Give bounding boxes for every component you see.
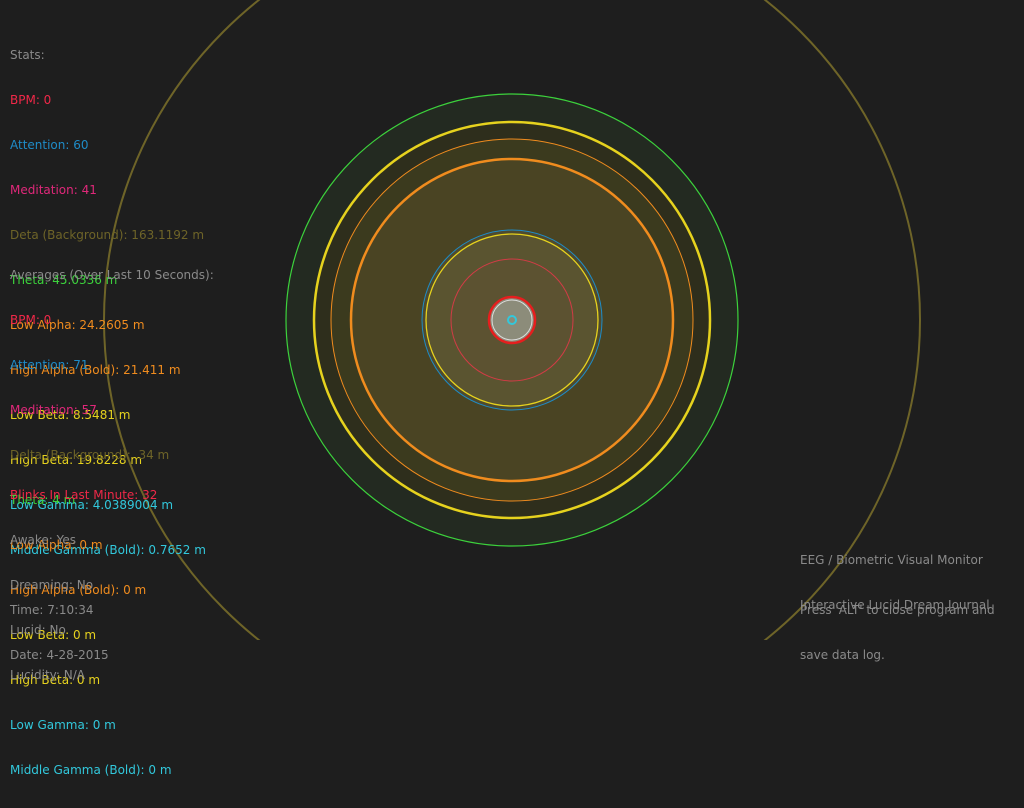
current-date: Date: 4-28-2015 — [10, 648, 109, 662]
averages-mid-gamma: Middle Gamma (Bold): 0 m — [10, 763, 172, 777]
averages-attention: Attention: 71 — [10, 358, 89, 372]
eeg-monitor-screen: Stats: BPM: 0 Attention: 60 Meditation: … — [0, 0, 1024, 777]
help-line-2: save data log. — [800, 648, 885, 662]
bpm-inner-ring — [491, 299, 533, 341]
awake-status: Awake: Yes — [10, 533, 77, 547]
current-time: Time: 7:10:34 — [10, 603, 94, 617]
help-panel: Press 'ALT' to close program and save da… — [800, 573, 995, 693]
help-line-1: Press 'ALT' to close program and — [800, 603, 995, 617]
averages-meditation: Meditation: 57 — [10, 403, 97, 417]
averages-low-gamma: Low Gamma: 0 m — [10, 718, 116, 732]
app-title: EEG / Biometric Visual Monitor — [800, 553, 983, 567]
averages-bpm: BPM: 0 — [10, 313, 52, 327]
clock-panel: Time: 7:10:34 Date: 4-28-2015 — [10, 573, 109, 693]
blinks-count: Blinks In Last Minute: 32 — [10, 488, 158, 502]
stats-meditation: Meditation: 41 — [10, 183, 97, 197]
averages-heading: Averages (Over Last 10 Seconds): — [10, 268, 214, 282]
stats-attention: Attention: 60 — [10, 138, 89, 152]
stats-heading: Stats: — [10, 48, 45, 62]
stats-bpm: BPM: 0 — [10, 93, 52, 107]
